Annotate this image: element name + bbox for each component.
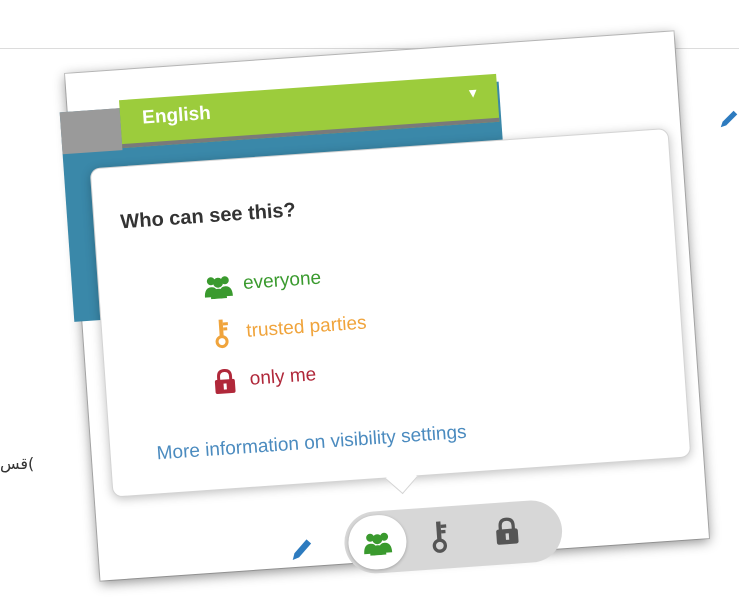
toggle-everyone-button[interactable] (346, 513, 409, 572)
option-trusted-parties-label: trusted parties (245, 312, 368, 342)
visibility-info-link[interactable]: More information on visibility settings (156, 422, 467, 466)
screenshot-card: English ▼ Who can see this? everyone tru… (59, 31, 709, 581)
group-icon (202, 270, 234, 302)
toggle-trusted-button[interactable] (427, 518, 452, 560)
key-icon (432, 521, 447, 553)
toggle-only-me-button[interactable] (493, 515, 521, 552)
option-trusted-parties[interactable]: trusted parties (206, 309, 368, 350)
header-gray-block (59, 108, 123, 155)
visibility-popover: Who can see this? everyone trusted parti… (89, 127, 692, 498)
option-everyone-label: everyone (242, 267, 322, 294)
lock-icon (496, 517, 519, 545)
option-everyone[interactable]: everyone (202, 264, 322, 302)
popover-title: Who can see this? (119, 199, 297, 234)
background-pencil-icon[interactable] (718, 108, 739, 130)
group-icon (364, 532, 393, 556)
chevron-down-icon: ▼ (465, 85, 480, 101)
language-select-value: English (141, 102, 212, 129)
option-only-me-label: only me (249, 364, 317, 390)
edit-pencil-icon[interactable] (288, 536, 316, 564)
key-icon (206, 318, 238, 350)
lock-icon (209, 365, 241, 397)
visibility-toggle (342, 498, 565, 576)
option-only-me[interactable]: only me (209, 360, 317, 397)
background-side-text: )قس (0, 454, 35, 473)
